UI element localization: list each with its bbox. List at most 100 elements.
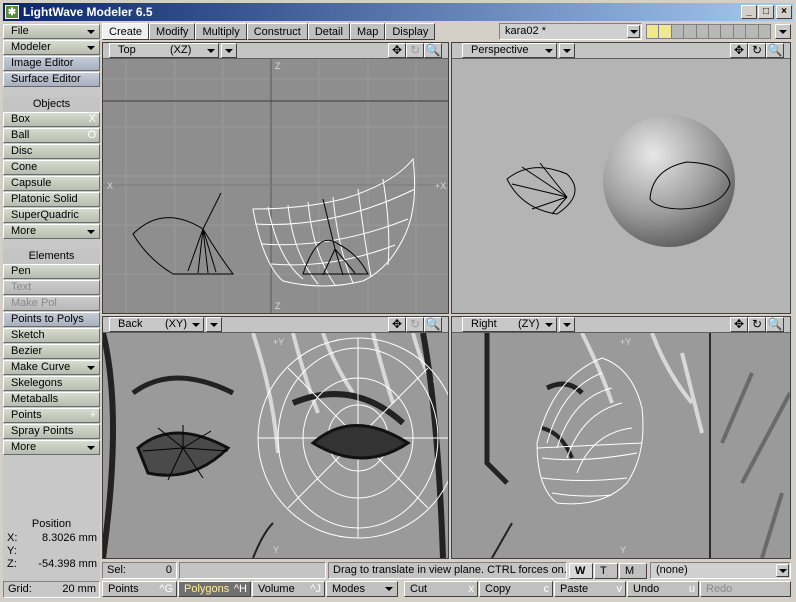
layer-7[interactable] <box>721 25 734 38</box>
polygons-mode-button[interactable]: Polygons ^H <box>178 581 251 597</box>
move-view-icon[interactable]: ✥ <box>730 43 748 58</box>
elements-header: Elements <box>3 249 100 264</box>
tab-multiply[interactable]: Multiply <box>195 23 247 40</box>
spray-points-tool[interactable]: Spray Points <box>3 424 100 439</box>
layer-2[interactable] <box>659 25 672 38</box>
viewport-perspective[interactable]: Perspective ✥ ↻ 🔍 <box>451 42 791 314</box>
viewport-top[interactable]: Top (XZ) ✥ ↻ 🔍 Z X +X Z <box>102 42 449 314</box>
tab-map[interactable]: Map <box>349 23 386 40</box>
sketch-tool[interactable]: Sketch <box>3 328 100 343</box>
chevron-down-icon <box>563 323 571 327</box>
rotate-view-icon[interactable]: ↻ <box>748 43 766 58</box>
layer-8[interactable] <box>733 25 747 38</box>
viewport-back[interactable]: Back (XY) ✥ ↻ 🔍 +Y Y <box>102 316 449 559</box>
morph-toggle[interactable]: M <box>619 563 647 579</box>
tab-detail[interactable]: Detail <box>307 23 350 40</box>
layer-5[interactable] <box>696 25 710 38</box>
undo-label: Undo <box>633 583 660 595</box>
capsule-tool[interactable]: Capsule <box>3 176 100 191</box>
file-menu-label: File <box>11 25 29 37</box>
close-button[interactable]: × <box>776 5 792 19</box>
text-tool[interactable]: Text <box>3 280 100 295</box>
ball-tool[interactable]: Ball O <box>3 128 100 143</box>
image-editor-button[interactable]: Image Editor <box>3 56 100 71</box>
layer-3[interactable] <box>671 25 685 38</box>
make-pol-tool[interactable]: Make Pol <box>3 296 100 311</box>
cone-tool[interactable]: Cone <box>3 160 100 175</box>
object-select[interactable]: kara02 * <box>499 23 642 40</box>
eye-wireframe-persp <box>506 162 576 215</box>
tab-create[interactable]: Create <box>102 23 150 40</box>
maximize-button[interactable]: □ <box>758 5 774 19</box>
box-tool[interactable]: Box X <box>3 112 100 127</box>
zoom-view-icon[interactable]: 🔍 <box>766 43 784 58</box>
morph-target-select[interactable]: (none) <box>650 562 791 579</box>
grid-value: 20 mm <box>62 583 96 595</box>
viewport-perspective-render-select[interactable] <box>559 43 575 58</box>
platonic-solid-tool[interactable]: Platonic Solid <box>3 192 100 207</box>
file-menu[interactable]: File <box>3 24 100 39</box>
zoom-view-icon[interactable]: 🔍 <box>424 317 442 332</box>
make-curve-menu[interactable]: Make Curve <box>3 360 100 375</box>
modeler-menu[interactable]: Modeler <box>3 40 100 55</box>
objects-more-menu[interactable]: More <box>3 224 100 239</box>
undo-button[interactable]: Undo u <box>627 581 699 597</box>
modes-menu-label: Modes <box>332 583 366 595</box>
move-view-icon[interactable]: ✥ <box>388 43 406 58</box>
skelegons-tool[interactable]: Skelegons <box>3 376 100 391</box>
metaballs-tool[interactable]: Metaballs <box>3 392 100 407</box>
position-x-value: 8.3026 mm <box>41 532 97 544</box>
chevron-down-icon <box>210 323 218 327</box>
rotate-view-icon[interactable]: ↻ <box>406 317 424 332</box>
points-tool[interactable]: Points + <box>3 408 100 423</box>
wireframe-toggle[interactable]: W <box>569 563 593 579</box>
viewport-back-render-select[interactable] <box>206 317 222 332</box>
tab-modify[interactable]: Modify <box>149 23 196 40</box>
layer-6[interactable] <box>709 25 722 38</box>
texture-toggle[interactable]: T <box>594 563 618 579</box>
move-view-icon[interactable]: ✥ <box>388 317 406 332</box>
eye-wireframe-left <box>132 192 234 275</box>
chevron-down-icon <box>776 564 789 577</box>
box-shortcut: X <box>88 113 96 125</box>
viewport-right[interactable]: Right (ZY) ✥ ↻ 🔍 +Y Y <box>451 316 791 559</box>
pen-tool[interactable]: Pen <box>3 264 100 279</box>
viewport-right-view-select[interactable]: Right (ZY) <box>462 317 557 332</box>
viewport-right-header: Right (ZY) ✥ ↻ 🔍 <box>452 317 790 333</box>
minimize-button[interactable]: _ <box>741 5 757 19</box>
viewport-back-label: Back <box>118 318 143 330</box>
copy-button[interactable]: Copy c <box>479 581 553 597</box>
paste-button[interactable]: Paste v <box>554 581 626 597</box>
paste-key: v <box>616 583 623 595</box>
rotate-view-icon[interactable]: ↻ <box>748 317 766 332</box>
layer-4[interactable] <box>684 25 697 38</box>
superquadric-tool[interactable]: SuperQuadric <box>3 208 100 223</box>
viewport-top-render-select[interactable] <box>221 43 237 58</box>
viewport-perspective-view-select[interactable]: Perspective <box>462 43 557 58</box>
surface-editor-button[interactable]: Surface Editor <box>3 72 100 87</box>
viewport-back-view-select[interactable]: Back (XY) <box>109 317 204 332</box>
rotate-view-icon[interactable]: ↻ <box>406 43 424 58</box>
layer-9[interactable] <box>746 25 759 38</box>
layer-1[interactable] <box>647 25 660 38</box>
viewport-top-view-select[interactable]: Top (XZ) <box>109 43 219 58</box>
tab-construct[interactable]: Construct <box>246 23 308 40</box>
volume-mode-button[interactable]: Volume ^J <box>252 581 325 597</box>
points-to-polys-tool[interactable]: Points to Polys <box>3 312 100 327</box>
modes-menu[interactable]: Modes <box>326 581 398 597</box>
disc-tool[interactable]: Disc <box>3 144 100 159</box>
zoom-view-icon[interactable]: 🔍 <box>424 43 442 58</box>
points-mode-button[interactable]: Points ^G <box>102 581 177 597</box>
elements-more-menu[interactable]: More <box>3 440 100 455</box>
tab-display[interactable]: Display <box>385 23 436 40</box>
app-icon[interactable]: ✱ <box>5 5 19 19</box>
zoom-view-icon[interactable]: 🔍 <box>766 317 784 332</box>
layer-10[interactable] <box>758 25 771 38</box>
eye-wireframe-right <box>252 157 416 287</box>
bezier-tool[interactable]: Bezier <box>3 344 100 359</box>
layer-menu[interactable] <box>775 24 791 39</box>
viewport-right-render-select[interactable] <box>559 317 575 332</box>
move-view-icon[interactable]: ✥ <box>730 317 748 332</box>
cut-button[interactable]: Cut x <box>404 581 478 597</box>
redo-button[interactable]: Redo <box>700 581 791 597</box>
